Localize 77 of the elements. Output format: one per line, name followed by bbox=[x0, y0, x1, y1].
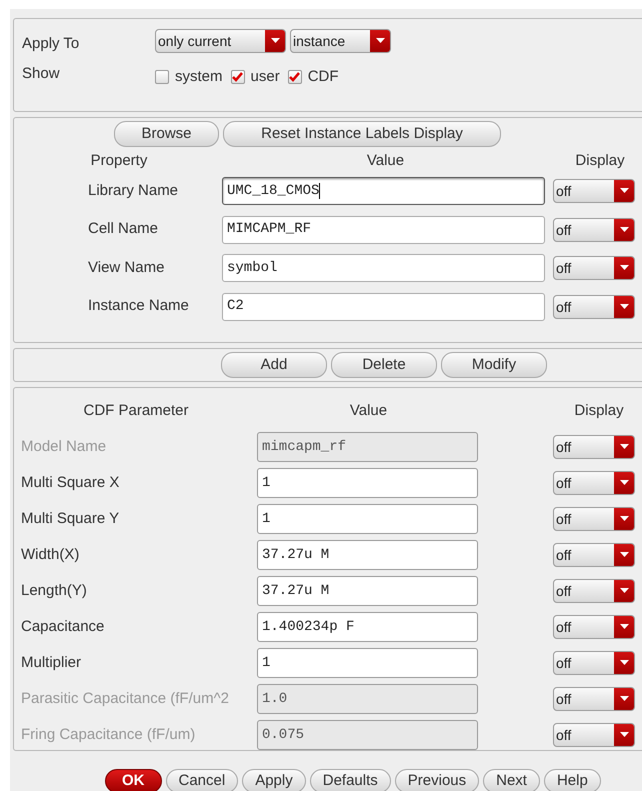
checkbox-label: system bbox=[175, 66, 223, 86]
display-dropdown[interactable]: off bbox=[553, 179, 635, 203]
checkbox[interactable] bbox=[230, 70, 245, 84]
scope-dropdown[interactable]: only current bbox=[155, 29, 286, 54]
panel-button[interactable]: Browse bbox=[114, 121, 219, 147]
dialog-button[interactable]: Apply bbox=[242, 769, 306, 791]
property-label: Cell Name bbox=[87, 219, 160, 240]
display-dropdown[interactable]: off bbox=[553, 256, 635, 280]
checkbox[interactable] bbox=[155, 70, 169, 84]
display-dropdown[interactable]: off bbox=[553, 651, 635, 675]
parameter-label: Fring Capacitance (fF/um) bbox=[20, 724, 196, 745]
caret-down-icon bbox=[620, 226, 628, 232]
display-dropdown[interactable]: off bbox=[553, 218, 635, 242]
display-dropdown[interactable]: off bbox=[553, 471, 635, 495]
display-dropdown[interactable]: off bbox=[553, 294, 635, 318]
caret-down-icon bbox=[620, 304, 628, 310]
parameter-field[interactable]: 1 bbox=[257, 504, 478, 534]
dialog-button[interactable]: Previous bbox=[394, 769, 480, 791]
column-header: Display bbox=[573, 400, 625, 421]
panel-button[interactable]: Delete bbox=[331, 352, 437, 378]
parameter-label: Parasitic Capacitance (fF/um^2 bbox=[20, 688, 230, 709]
parameter-label: Multiplier bbox=[20, 652, 82, 673]
parameter-label: Model Name bbox=[20, 436, 108, 457]
column-header: Property bbox=[90, 150, 148, 171]
property-label: View Name bbox=[87, 258, 166, 278]
caret-down-icon bbox=[376, 38, 384, 44]
caret-down-icon bbox=[620, 444, 628, 450]
parameter-label: Multi Square X bbox=[20, 472, 120, 493]
property-field[interactable]: MIMCAPM_RF bbox=[222, 216, 545, 244]
dialog-button[interactable]: Help bbox=[544, 769, 601, 791]
caret-down-icon bbox=[620, 480, 628, 486]
parameter-field[interactable]: 37.27u M bbox=[257, 576, 478, 606]
checkbox[interactable] bbox=[288, 70, 302, 84]
checkbox-label: user bbox=[250, 66, 280, 86]
panel-button[interactable]: Add bbox=[221, 352, 327, 378]
apply-to-label: Apply To bbox=[22, 34, 80, 54]
panel-button[interactable]: Modify bbox=[441, 352, 547, 378]
text-cursor bbox=[319, 183, 320, 199]
property-label: Library Name bbox=[87, 180, 180, 201]
parameter-label: Capacitance bbox=[20, 616, 106, 637]
dialog-button[interactable]: Defaults bbox=[310, 769, 391, 791]
show-label: Show bbox=[22, 64, 61, 84]
caret-down-icon bbox=[620, 660, 628, 666]
column-header: Value bbox=[366, 150, 406, 171]
object-dropdown[interactable]: instance bbox=[290, 29, 391, 54]
property-field[interactable]: C2 bbox=[222, 292, 545, 320]
column-header: Value bbox=[348, 400, 388, 421]
parameter-label: Width(X) bbox=[20, 544, 80, 565]
ok-button[interactable]: OK bbox=[105, 769, 162, 791]
property-field[interactable]: UMC_18_CMOS bbox=[222, 177, 545, 205]
caret-down-icon bbox=[620, 188, 628, 194]
parameter-field[interactable]: 1 bbox=[257, 468, 478, 498]
parameter-label: Length(Y) bbox=[20, 580, 88, 601]
display-dropdown[interactable]: off bbox=[553, 615, 635, 639]
dialog-button[interactable]: Next bbox=[483, 769, 540, 791]
caret-down-icon bbox=[620, 732, 628, 738]
caret-down-icon bbox=[620, 552, 628, 558]
parameter-label: Multi Square Y bbox=[20, 508, 120, 529]
parameter-field[interactable]: 1 bbox=[257, 648, 478, 678]
column-header: Display bbox=[574, 150, 626, 171]
column-header: CDF Parameter bbox=[82, 400, 190, 421]
parameter-field[interactable]: 37.27u M bbox=[257, 540, 478, 570]
display-dropdown[interactable]: off bbox=[553, 543, 635, 567]
caret-down-icon bbox=[620, 624, 628, 630]
display-dropdown[interactable]: off bbox=[553, 579, 635, 603]
caret-down-icon bbox=[270, 38, 280, 44]
parameter-field[interactable]: 1.400234p F bbox=[257, 612, 478, 642]
caret-down-icon bbox=[620, 265, 628, 271]
caret-down-icon bbox=[620, 588, 628, 594]
property-label: Instance Name bbox=[87, 296, 190, 316]
caret-down-icon bbox=[620, 516, 628, 522]
display-dropdown[interactable]: off bbox=[553, 507, 635, 531]
checkbox-label: CDF bbox=[308, 66, 339, 86]
caret-down-icon bbox=[620, 696, 628, 702]
dialog-button[interactable]: Cancel bbox=[166, 769, 238, 791]
panel-button[interactable]: Reset Instance Labels Display bbox=[223, 121, 501, 147]
property-field[interactable]: symbol bbox=[222, 254, 545, 282]
